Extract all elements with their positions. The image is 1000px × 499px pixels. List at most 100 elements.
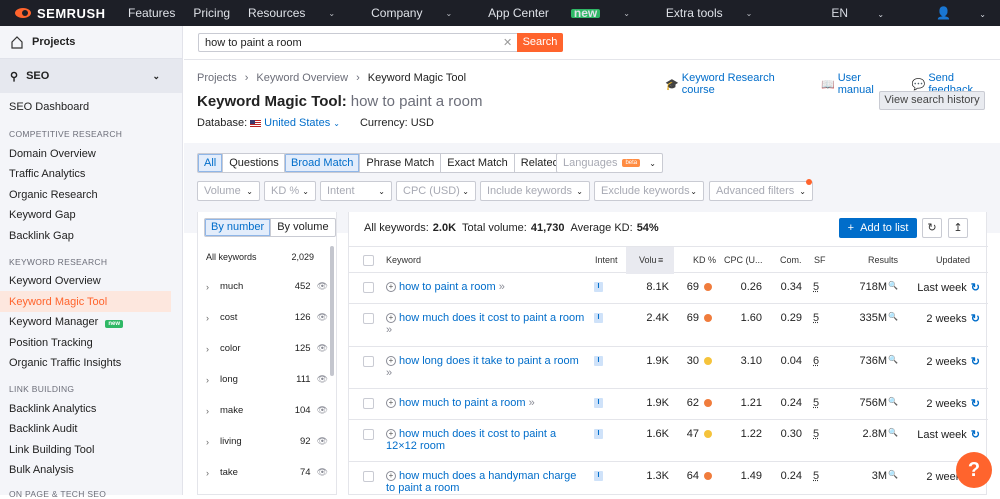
eye-icon[interactable]: 👁 <box>317 374 328 385</box>
column-sf[interactable]: SF <box>814 255 826 265</box>
serp-icon[interactable]: 🔍 <box>888 355 898 364</box>
sidebar-item-backlink-audit[interactable]: Backlink Audit <box>9 423 77 435</box>
sort-icon[interactable]: ≡ <box>658 255 663 265</box>
sidebar-item-keyword-manager[interactable]: Keyword Manager new <box>9 316 124 328</box>
select-all-checkbox[interactable] <box>363 255 374 266</box>
sf-value[interactable]: 5 <box>813 428 819 440</box>
languages-dropdown[interactable]: Languages beta ⌄ <box>556 153 663 173</box>
nav-features[interactable]: Features <box>128 6 175 20</box>
column-kd[interactable]: KD % <box>693 255 716 265</box>
group-row[interactable]: › take 74 👁 <box>206 467 328 478</box>
sidebar-item-domain-overview[interactable]: Domain Overview <box>9 148 96 160</box>
column-intent[interactable]: Intent <box>595 255 618 265</box>
include-keywords-filter[interactable]: Include keywords ⌄ <box>480 181 590 201</box>
row-checkbox[interactable] <box>363 313 374 324</box>
export-button[interactable]: ↥ <box>948 218 968 238</box>
row-checkbox[interactable] <box>363 398 374 409</box>
scope-questions[interactable]: Questions <box>223 154 285 172</box>
serp-icon[interactable]: 🔍 <box>888 470 898 479</box>
column-updated[interactable]: Updated <box>936 255 970 265</box>
add-keyword-icon[interactable]: + <box>386 398 396 408</box>
user-menu[interactable]: 👤 ⌄ <box>910 6 986 20</box>
search-input[interactable]: how to paint a room <box>198 33 518 52</box>
keyword-link[interactable]: how much to paint a room <box>399 397 526 409</box>
eye-icon[interactable]: 👁 <box>317 281 328 292</box>
sidebar-item-backlink-gap[interactable]: Backlink Gap <box>9 230 74 242</box>
double-chevron-icon[interactable]: » <box>386 367 392 379</box>
match-phrase[interactable]: Phrase Match <box>360 154 442 172</box>
sidebar-item-backlink-analytics[interactable]: Backlink Analytics <box>9 403 96 415</box>
refresh-button[interactable]: ↻ <box>922 218 942 238</box>
add-keyword-icon[interactable]: + <box>386 429 396 439</box>
nav-extra-tools[interactable]: Extra tools ⌄ <box>666 6 770 20</box>
group-row[interactable]: › make 104 👁 <box>206 405 328 416</box>
sidebar-item-bulk-analysis[interactable]: Bulk Analysis <box>9 464 74 476</box>
groups-scrollbar[interactable] <box>330 246 334 376</box>
chevron-right-icon[interactable]: › <box>206 313 220 323</box>
volume-filter[interactable]: Volume ⌄ <box>197 181 260 201</box>
eye-icon[interactable]: 👁 <box>317 467 328 478</box>
sidebar-item-organic-research[interactable]: Organic Research <box>9 189 98 201</box>
column-results[interactable]: Results <box>868 255 898 265</box>
chevron-right-icon[interactable]: › <box>206 344 220 354</box>
refresh-icon[interactable]: ↻ <box>971 281 980 294</box>
search-button[interactable]: Search <box>517 33 563 52</box>
sidebar-projects[interactable]: Projects <box>0 26 182 59</box>
all-keywords-group[interactable]: All keywords 2,029 <box>206 252 314 262</box>
nav-app-center[interactable]: App Center new ⌄ <box>488 6 648 20</box>
nav-pricing[interactable]: Pricing <box>193 6 230 20</box>
chevron-right-icon[interactable]: › <box>206 406 220 416</box>
refresh-icon[interactable]: ↻ <box>971 355 980 368</box>
keyword-link[interactable]: how to paint a room <box>399 281 496 293</box>
chevron-right-icon[interactable]: › <box>206 437 220 447</box>
sf-value[interactable]: 6 <box>813 355 819 367</box>
keyword-link[interactable]: how much does it cost to paint a room <box>399 312 584 324</box>
sidebar-item-link-building-tool[interactable]: Link Building Tool <box>9 444 94 456</box>
cpc-filter[interactable]: CPC (USD) ⌄ <box>396 181 476 201</box>
keyword-course-link[interactable]: 🎓 Keyword Research course <box>665 72 808 96</box>
keyword-link[interactable]: how much does it cost to paint a 12×12 r… <box>386 428 556 452</box>
semrush-logo[interactable]: SEMRUSH <box>14 6 128 21</box>
column-cpc[interactable]: CPC (U... <box>724 255 763 265</box>
double-chevron-icon[interactable]: » <box>499 281 505 293</box>
sort-by-number[interactable]: By number <box>205 219 272 236</box>
group-row[interactable]: › living 92 👁 <box>206 436 328 447</box>
serp-icon[interactable]: 🔍 <box>888 281 898 290</box>
advanced-filters[interactable]: Advanced filters ⌄ <box>709 181 813 201</box>
clear-icon[interactable]: ✕ <box>503 36 512 49</box>
sidebar-item-traffic-analytics[interactable]: Traffic Analytics <box>9 168 85 180</box>
chevron-right-icon[interactable]: › <box>206 282 220 292</box>
nav-company[interactable]: Company ⌄ <box>371 6 470 20</box>
add-keyword-icon[interactable]: + <box>386 282 396 292</box>
breadcrumb-keyword-overview[interactable]: Keyword Overview <box>256 72 348 84</box>
serp-icon[interactable]: 🔍 <box>888 428 898 437</box>
column-volume[interactable]: Volu <box>639 255 657 265</box>
help-chat-button[interactable]: ? <box>956 452 992 488</box>
sidebar-item-organic-traffic-insights[interactable]: Organic Traffic Insights <box>9 357 121 369</box>
eye-icon[interactable]: 👁 <box>317 436 328 447</box>
scope-all[interactable]: All <box>198 154 224 172</box>
double-chevron-icon[interactable]: » <box>529 397 535 409</box>
sf-value[interactable]: 5 <box>813 470 819 482</box>
nav-resources[interactable]: Resources ⌄ <box>248 6 353 20</box>
double-chevron-icon[interactable]: » <box>386 324 392 336</box>
sf-value[interactable]: 5 <box>813 397 819 409</box>
match-exact[interactable]: Exact Match <box>441 154 515 172</box>
row-checkbox[interactable] <box>363 282 374 293</box>
chevron-right-icon[interactable]: › <box>206 375 220 385</box>
add-to-list-button[interactable]: + Add to list <box>839 218 917 238</box>
column-com[interactable]: Com. <box>780 255 802 265</box>
refresh-icon[interactable]: ↻ <box>971 397 980 410</box>
refresh-icon[interactable]: ↻ <box>971 312 980 325</box>
add-keyword-icon[interactable]: + <box>386 471 396 481</box>
sidebar-item-keyword-magic-tool[interactable]: Keyword Magic Tool <box>9 296 107 308</box>
add-keyword-icon[interactable]: + <box>386 313 396 323</box>
add-keyword-icon[interactable]: + <box>386 356 396 366</box>
keyword-link[interactable]: how long does it take to paint a room <box>399 355 579 367</box>
refresh-icon[interactable]: ↻ <box>971 428 980 441</box>
group-row[interactable]: › long 111 👁 <box>206 374 328 385</box>
group-row[interactable]: › much 452 👁 <box>206 281 328 292</box>
exclude-keywords-filter[interactable]: Exclude keywords ⌄ <box>594 181 704 201</box>
kd-filter[interactable]: KD % ⌄ <box>264 181 316 201</box>
serp-icon[interactable]: 🔍 <box>888 312 898 321</box>
